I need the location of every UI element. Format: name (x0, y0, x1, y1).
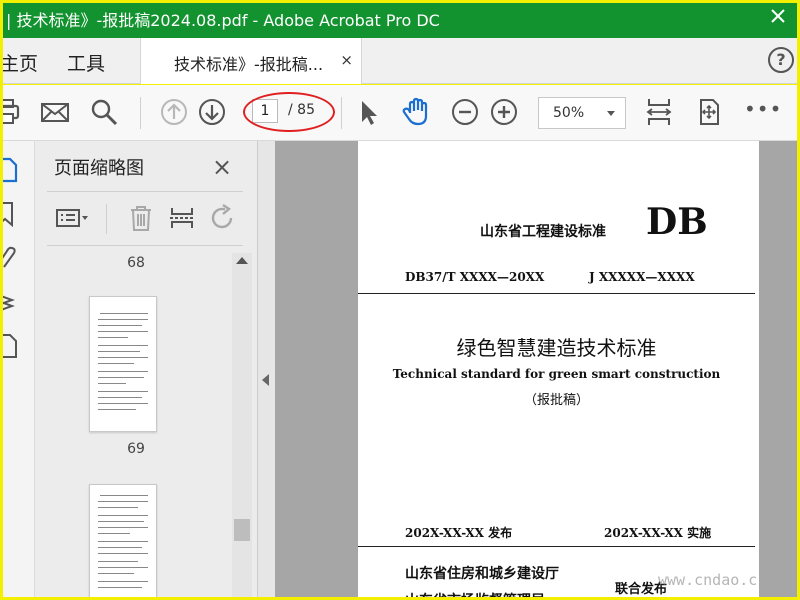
highlight-frame (0, 0, 800, 600)
